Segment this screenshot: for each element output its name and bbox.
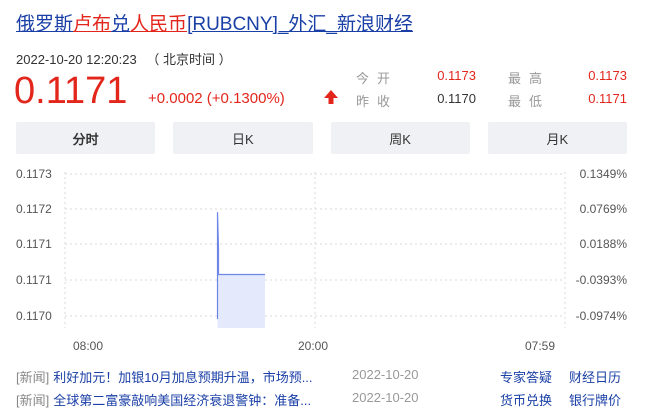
title-part-ruble[interactable]: 卢布 [73,14,111,35]
y-left-tick-label: 0.1171 [16,237,52,251]
high-value: 0.1173 [588,68,627,83]
y-right-tick-label: 0.1349% [580,167,628,181]
y-left-tick-label: 0.1171 [16,273,52,287]
page-title[interactable]: 俄罗斯卢布兑人民币[RUBCNY]_外汇_新浪财经 [16,12,413,38]
title-part-rmb[interactable]: 人民币 [130,14,187,35]
news-tag: [新闻] [16,370,50,385]
chart-tabs: 分时 日K 周K 月K [16,122,627,154]
x-tick-label: 07:59 [525,339,555,353]
prev-close-value: 0.1170 [437,91,476,106]
up-arrow-icon [324,90,338,104]
open-label: 今开 [356,71,399,86]
news-title-link[interactable]: 利好加元！加银10月加息预期升温，市场预... [53,367,335,386]
y-right-tick-label: -0.0974% [576,309,628,323]
news-item[interactable]: [新闻] 全球第二富豪敲响美国经济衰退警钟：准备... [16,390,335,409]
price-area-fill [217,274,265,328]
y-right-tick-label: -0.0393% [576,273,628,287]
current-price: 0.1171 [14,70,128,112]
title-part-rest[interactable]: [RUBCNY]_外汇_新浪财经 [187,14,413,35]
low-label: 最低 [508,94,551,109]
currency-exchange-link[interactable]: 货币兑换 [500,390,552,409]
news-tag: [新闻] [16,393,50,408]
y-left-tick-label: 0.1172 [16,202,52,216]
intraday-chart[interactable]: 0.1173 0.1172 0.1171 0.1171 0.1170 0.1349% 0.0… [0,158,657,358]
tab-weekly-k[interactable]: 周K [330,122,470,154]
quote-timestamp: 2022-10-20 12:20:23 （ 北京时间 ） [16,49,232,68]
price-change: +0.0002 (+0.1300%) [148,90,285,107]
y-left-tick-label: 0.1170 [16,309,52,323]
news-title-link[interactable]: 全球第二富豪敲响美国经济衰退警钟：准备... [53,390,335,409]
high-label: 最高 [508,71,551,86]
news-item[interactable]: [新闻] 利好加元！加银10月加息预期升温，市场预... [16,367,335,386]
expert-qa-link[interactable]: 专家答疑 [500,367,552,386]
open-value: 0.1173 [437,68,476,83]
low-value: 0.1171 [588,91,627,106]
tab-intraday[interactable]: 分时 [16,122,156,154]
tab-daily-k[interactable]: 日K [173,122,313,154]
bank-rates-link[interactable]: 银行牌价 [569,390,621,409]
finance-calendar-link[interactable]: 财经日历 [569,367,621,386]
tab-monthly-k[interactable]: 月K [487,122,627,154]
x-tick-label: 20:00 [298,339,328,353]
prev-close-label: 昨收 [356,94,399,109]
timezone: （ 北京时间 ） [146,52,232,67]
x-tick-label: 08:00 [73,339,103,353]
y-right-tick-label: 0.0188% [580,237,628,251]
y-left-tick-label: 0.1173 [16,167,52,181]
title-part-to[interactable]: 兑 [111,14,130,35]
title-part-russia[interactable]: 俄罗斯 [16,14,73,35]
news-date: 2022-10-20 [352,390,419,405]
datetime: 2022-10-20 12:20:23 [16,52,137,67]
news-date: 2022-10-20 [352,367,419,382]
y-right-tick-label: 0.0769% [580,202,628,216]
